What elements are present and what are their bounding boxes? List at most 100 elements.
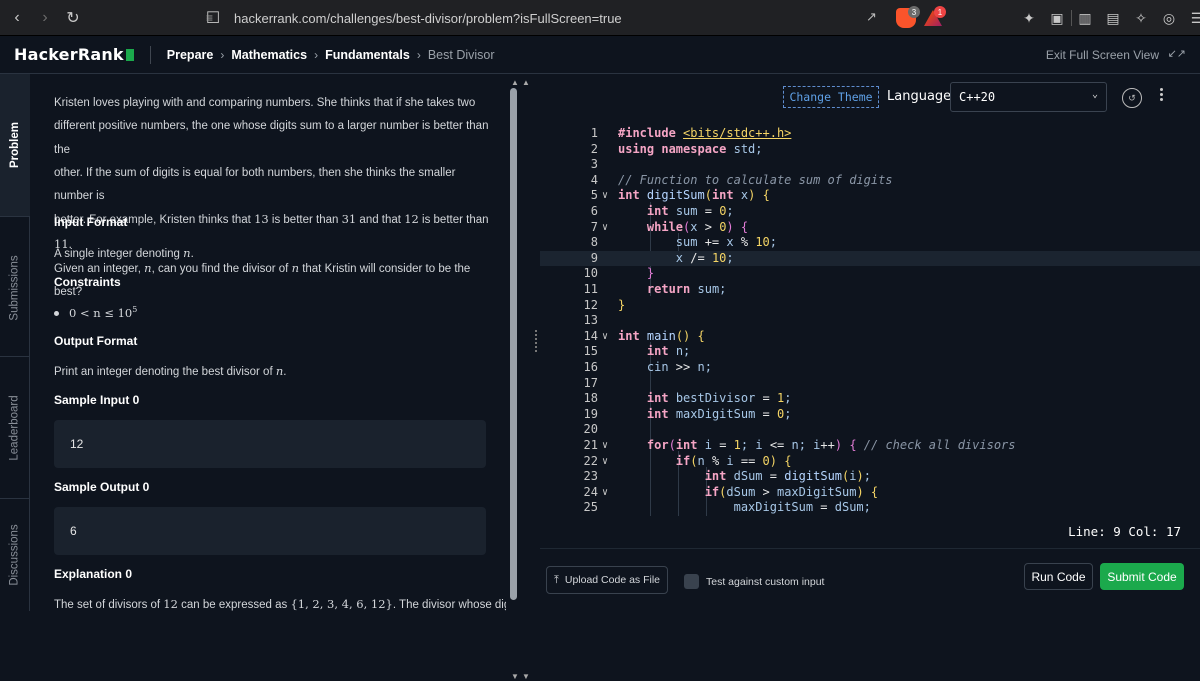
scroll-up-icon[interactable]: ▲	[511, 78, 519, 87]
sample-output-heading: Sample Output 0	[54, 480, 150, 494]
code-line: 14 ∨ int main() {	[583, 328, 705, 345]
shields-count-badge: 3	[908, 6, 920, 18]
forward-icon[interactable]: ›	[34, 7, 56, 29]
fold-chevron-icon[interactable]: ∨	[602, 485, 608, 501]
code-line: 12}	[583, 297, 626, 312]
chevron-right-icon: ›	[314, 47, 319, 62]
vertical-tabs: Problem Submissions Leaderboard Discussi…	[0, 74, 30, 611]
code-line: 5 ∨ int digitSum(int x) {	[590, 188, 770, 204]
leo-ai-icon[interactable]: ✧	[1132, 9, 1150, 27]
problem-scrollbar[interactable]: ▲ ▼ ▲ ▼	[508, 74, 532, 681]
hackerrank-logo[interactable]: HackerRank	[14, 45, 134, 64]
code-line: 4// Function to calculate sum of digits	[590, 172, 893, 187]
sidebar-toggle-icon[interactable]: ▥	[1076, 9, 1094, 27]
address-bar[interactable]: ≡ hackerrank.com/challenges/best-divisor…	[206, 6, 858, 30]
url-text[interactable]: hackerrank.com/challenges/best-divisor/p…	[234, 11, 622, 26]
intro-line: different positive numbers, the one whos…	[54, 120, 489, 156]
fold-chevron-icon[interactable]: ∨	[602, 220, 608, 236]
sample-input-heading: Sample Input 0	[54, 393, 140, 407]
sample-output-box: 6	[54, 507, 486, 555]
toolbar-separator	[1071, 10, 1072, 26]
scrollbar-thumb[interactable]	[510, 88, 517, 600]
code-line: 19 int maxDigitSum = 0;	[583, 406, 792, 421]
breadcrumb-mathematics[interactable]: Mathematics	[231, 48, 307, 62]
reader-mode-icon[interactable]: ▣	[1048, 9, 1066, 27]
share-icon[interactable]: ↗	[866, 9, 884, 27]
fold-chevron-icon[interactable]: ∨	[602, 454, 608, 470]
chevron-right-icon: ›	[416, 47, 421, 62]
code-line: 10 }	[583, 266, 655, 281]
code-line: 24 ∨ if(dSum > maxDigitSum) {	[583, 484, 879, 501]
code-line: 3	[590, 157, 598, 172]
output-format-text: Print an integer denoting the best divis…	[54, 364, 287, 378]
intro-line: other. If the sum of digits is equal for…	[54, 166, 456, 203]
code-line: 2 using namespace std;	[590, 141, 763, 156]
code-line: 13	[583, 313, 598, 328]
breadcrumb: Prepare › Mathematics › Fundamentals › B…	[167, 48, 495, 62]
upload-icon: ⤒	[553, 573, 559, 586]
browser-extension-icons: ✦ ▣ ▥ ▤ ✧ ◎ ☰	[1020, 9, 1200, 27]
back-icon[interactable]: ‹	[6, 7, 28, 29]
run-code-button[interactable]: Run Code	[1024, 563, 1093, 590]
extensions-icon[interactable]: ✦	[1020, 9, 1038, 27]
input-format-text: A single integer denoting n.	[54, 246, 194, 260]
chevron-right-icon: ›	[220, 47, 225, 62]
more-options-icon[interactable]	[1160, 86, 1166, 103]
submit-code-button[interactable]: Submit Code	[1100, 563, 1184, 590]
language-label: Language	[887, 89, 952, 104]
restore-history-icon[interactable]: ↺	[1122, 88, 1142, 108]
code-line: 15 int n;	[583, 344, 691, 359]
problem-description: Kristen loves playing with and comparing…	[54, 92, 494, 305]
breadcrumb-best-divisor: Best Divisor	[427, 47, 495, 62]
tab-problem[interactable]: Problem	[0, 74, 30, 216]
code-line: 23 int dSum = digitSum(i);	[583, 469, 871, 484]
code-line: 6 int sum = 0;	[590, 204, 734, 218]
upload-code-button[interactable]: ⤒ Upload Code as File	[546, 566, 668, 594]
explanation-heading: Explanation 0	[54, 567, 133, 581]
wallet-icon[interactable]: ▤	[1104, 9, 1122, 27]
code-line: 1 #include <bits/stdc++.h>	[590, 126, 792, 140]
fold-chevron-icon[interactable]: ∨	[602, 438, 608, 454]
tab-leaderboard[interactable]: Leaderboard	[0, 357, 30, 499]
scroll-up-icon[interactable]: ▲	[522, 78, 530, 87]
collapse-icon[interactable]: ↙↗	[1168, 47, 1186, 60]
intro-line: Kristen loves playing with and comparing…	[54, 97, 476, 109]
exit-fullscreen-link[interactable]: Exit Full Screen View	[1046, 48, 1159, 62]
bullet	[54, 311, 59, 317]
input-format-heading: Input Format	[54, 215, 128, 229]
code-line: 21 ∨ for(int i = 1; i <= n; i++) { // che…	[583, 438, 1016, 454]
code-line: 18 int bestDivisor = 1;	[583, 391, 792, 406]
vpn-icon[interactable]: ◎	[1160, 9, 1178, 27]
tab-submissions[interactable]: Submissions	[0, 217, 30, 359]
fold-chevron-icon[interactable]: ∨	[602, 329, 608, 345]
output-format-heading: Output Format	[54, 334, 138, 348]
breadcrumb-fundamentals[interactable]: Fundamentals	[325, 48, 410, 62]
custom-input-label[interactable]: Test against custom input	[706, 576, 824, 588]
code-line: 25 maxDigitSum = dSum;	[583, 500, 871, 515]
language-select[interactable]: C++20 ⌄	[950, 82, 1107, 112]
code-line: 16 cin >> n;	[583, 360, 712, 374]
breadcrumb-prepare[interactable]: Prepare	[167, 48, 214, 62]
site-settings-icon[interactable]: ≡	[206, 11, 224, 25]
constraints-heading: Constraints	[54, 275, 121, 289]
code-line: 20	[583, 422, 598, 437]
code-line: 7 ∨ while(x > 0) {	[590, 219, 749, 236]
tab-discussions[interactable]: Discussions	[0, 499, 30, 611]
code-line: 11 return sum;	[583, 282, 727, 296]
code-line-current: 9 x /= 10;	[540, 250, 1200, 267]
fold-chevron-icon[interactable]: ∨	[602, 188, 608, 204]
cursor-position: Line: 9 Col: 17	[1068, 524, 1181, 539]
menu-icon[interactable]: ☰	[1188, 9, 1200, 27]
header-divider	[149, 45, 151, 64]
code-line: 17	[583, 375, 598, 390]
scroll-down-icon[interactable]: ▼	[522, 672, 530, 681]
code-line: 8 sum += x % 10;	[590, 235, 777, 250]
custom-input-checkbox[interactable]	[684, 574, 699, 589]
change-theme-button[interactable]: Change Theme	[783, 86, 879, 108]
problem-statement: Kristen loves playing with and comparing…	[30, 74, 506, 611]
resize-grip-icon[interactable]	[535, 330, 538, 352]
code-editor[interactable]: 1 #include <bits/stdc++.h> 2 using namespa…	[540, 122, 1200, 516]
reload-icon[interactable]: ↻	[62, 7, 84, 29]
scroll-down-icon[interactable]: ▼	[511, 672, 519, 681]
rewards-badge: 1	[934, 6, 946, 18]
